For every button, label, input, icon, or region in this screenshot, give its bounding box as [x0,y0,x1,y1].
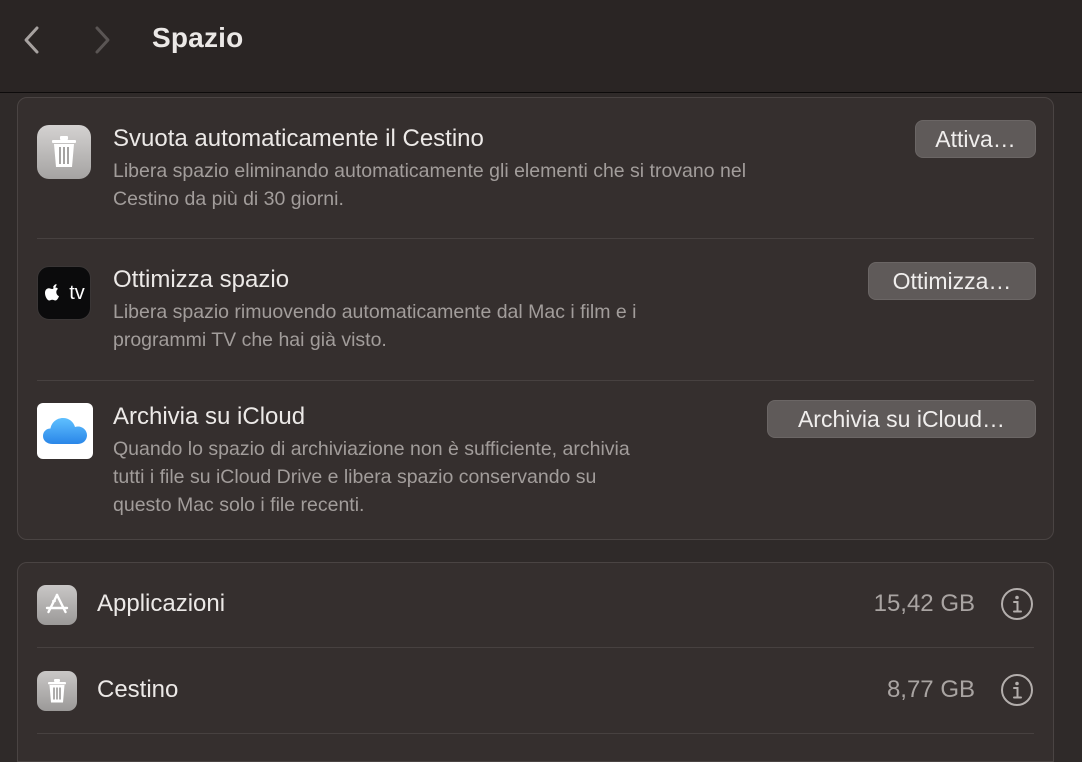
rec-row-store-in-icloud: Archivia su iCloud Quando lo spazio di a… [18,381,1053,539]
store-in-icloud-button[interactable]: Archivia su iCloud… [767,400,1036,438]
trash-icon [37,125,91,179]
divider [37,647,1034,648]
rec-title: Svuota automaticamente il Cestino [113,125,484,152]
storage-label: Cestino [97,676,179,703]
rec-title: Archivia su iCloud [113,403,306,430]
rec-description-line: Libera spazio eliminando automaticamente… [113,160,747,182]
rec-description-line: Cestino da più di 30 giorni. [113,188,344,210]
rec-description-line: Libera spazio rimuovendo automaticamente… [113,301,637,323]
rec-row-empty-trash: Svuota automaticamente il Cestino Libera… [18,98,1053,238]
divider [37,733,1034,734]
rec-description-line: Quando lo spazio di archiviazione non è … [113,438,630,460]
rec-title: Ottimizza spazio [113,266,290,293]
window-header: Spazio [0,0,1082,93]
storage-label: Applicazioni [97,590,226,617]
trash-icon [37,671,77,711]
forward-button[interactable] [82,20,122,60]
apple-tv-icon: tv [37,266,91,320]
storage-size: 15,42 GB [873,590,975,617]
main-content: Svuota automaticamente il Cestino Libera… [0,93,1082,762]
rec-description-line: tutti i file su iCloud Drive e libera sp… [113,466,597,488]
rec-description-line: questo Mac solo i file recenti. [113,494,365,516]
chevron-left-icon [24,26,39,54]
storage-list-card: Applicazioni 15,42 GB Cestino 8,77 GB [17,562,1054,762]
storage-size: 8,77 GB [886,676,975,703]
app-store-icon [37,585,77,625]
info-icon [1001,674,1033,706]
enable-empty-trash-button[interactable]: Attiva… [915,120,1036,158]
chevron-right-icon [95,26,110,54]
page-title: Spazio [152,22,244,53]
info-icon [1001,588,1033,620]
optimize-button[interactable]: Ottimizza… [868,262,1036,300]
recommendations-card: Svuota automaticamente il Cestino Libera… [17,97,1054,540]
storage-row-applications[interactable]: Applicazioni 15,42 GB [18,563,1053,647]
icloud-icon [37,403,93,459]
storage-row-trash[interactable]: Cestino 8,77 GB [18,649,1053,733]
info-button[interactable] [1000,673,1034,707]
back-button[interactable] [12,20,52,60]
rec-description-line: programmi TV che hai già visto. [113,329,387,351]
apple-tv-text: tv [69,281,85,304]
info-button[interactable] [1000,587,1034,621]
rec-row-optimize-storage: tv Ottimizza spazio Libera spazio rimuov… [18,239,1053,380]
